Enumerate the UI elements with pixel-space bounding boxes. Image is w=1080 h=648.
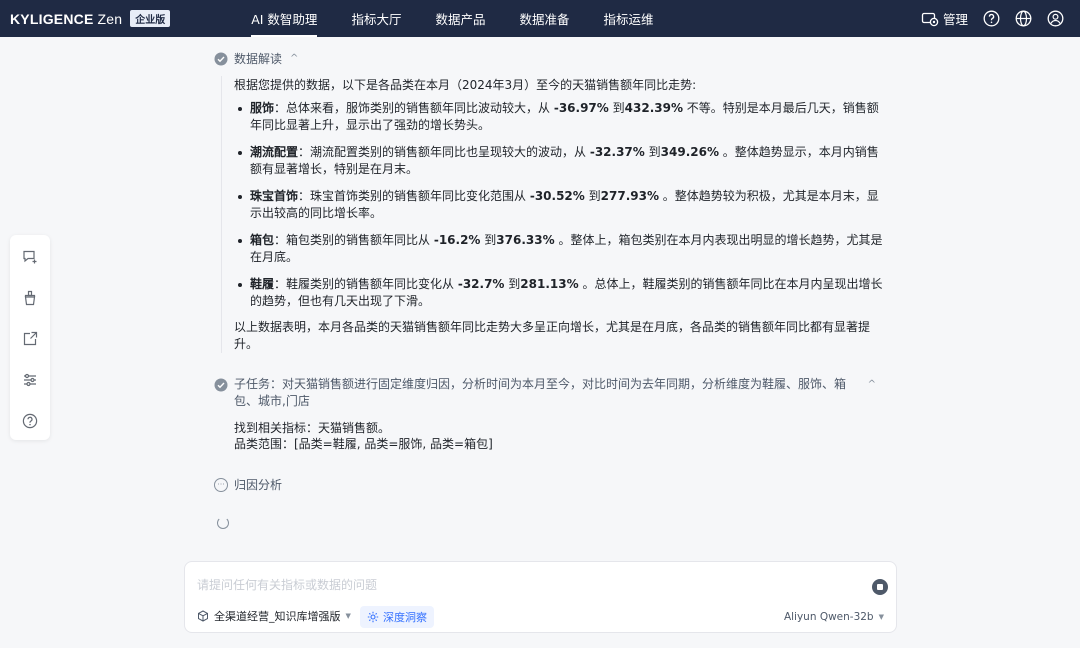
- category-name: 箱包: [250, 233, 275, 247]
- list-item: 箱包：箱包类别的销售额年同比从 -16.2% 到376.33% 。整体上，箱包类…: [234, 232, 884, 266]
- category-name: 珠宝首饰: [250, 189, 299, 203]
- analysis-summary: 以上数据表明，本月各品类的天猫销售额年同比走势大多呈正向增长，尤其是在月底，各品…: [234, 320, 871, 351]
- analysis-section-title: 数据解读: [234, 52, 283, 66]
- check-circle-icon: [214, 52, 228, 65]
- cube-icon: [198, 610, 208, 622]
- user-avatar-icon[interactable]: [1046, 10, 1064, 28]
- category-name: 鞋履: [250, 277, 275, 291]
- nav-data-prep[interactable]: 数据准备: [502, 0, 586, 37]
- question-input[interactable]: [197, 578, 837, 592]
- model-label: Aliyun Qwen-32b: [783, 611, 874, 623]
- globe-icon[interactable]: [1014, 10, 1032, 28]
- list-item: 服饰：总体来看，服饰类别的销售额年同比波动较大，从 -36.97% 到432.3…: [234, 100, 884, 134]
- new-chat-icon[interactable]: [20, 247, 40, 267]
- collapse-caret-icon[interactable]: ^: [868, 376, 876, 393]
- nav-metric-ops[interactable]: 指标运维: [586, 0, 670, 37]
- manage-label: 管理: [942, 12, 968, 27]
- category-name: 服饰: [250, 101, 275, 115]
- stop-icon: [877, 584, 883, 590]
- edition-badge: 企业版: [130, 10, 171, 27]
- main-nav: AI 数智助理 指标大厅 数据产品 数据准备 指标运维: [234, 0, 670, 37]
- category-name: 潮流配置: [250, 145, 299, 159]
- logo-text: KYLIGENCE: [10, 10, 94, 27]
- analysis-body: 根据您提供的数据，以下是各品类在本月（2024年3月）至今的天猫销售额年同比走势…: [221, 76, 884, 353]
- list-item: 珠宝首饰：珠宝首饰类别的销售额年同比变化范围从 -30.52% 到277.93%…: [234, 188, 884, 222]
- logo-suffix: Zen: [97, 10, 123, 27]
- nav-metric-hall[interactable]: 指标大厅: [334, 0, 418, 37]
- manage-button[interactable]: 管理: [921, 9, 968, 28]
- model-select[interactable]: Aliyun Qwen-32b ▼: [784, 611, 884, 623]
- attribution-section-header[interactable]: ··· 归因分析: [214, 476, 884, 493]
- knowledge-base-select[interactable]: 全渠道经营_知识库增强版 ▼: [197, 608, 351, 624]
- app-logo[interactable]: KYLIGENCE Zen: [10, 11, 122, 27]
- knowledge-base-label: 全渠道经营_知识库增强版: [214, 610, 341, 623]
- dropdown-caret-icon: ▼: [345, 612, 351, 620]
- nav-ai-assistant[interactable]: AI 数智助理: [234, 0, 334, 37]
- settings-sliders-icon[interactable]: [20, 370, 40, 390]
- subtask-header[interactable]: 子任务：对天猫销售额进行固定维度归因，分析时间为本月至今，对比时间为去年同期，分…: [214, 376, 884, 410]
- collapse-caret-icon[interactable]: ^: [290, 53, 298, 64]
- left-toolbar: [10, 235, 50, 440]
- top-navbar: KYLIGENCE Zen 企业版 AI 数智助理 指标大厅 数据产品 数据准备 …: [0, 0, 1080, 37]
- nav-data-products[interactable]: 数据产品: [418, 0, 502, 37]
- subtask-body: 找到相关指标：天猫销售额。 品类范围：[品类=鞋履, 品类=服饰, 品类=箱包]: [234, 420, 884, 452]
- list-item: 潮流配置：潮流配置类别的销售额年同比也呈现较大的波动，从 -32.37% 到34…: [234, 144, 884, 178]
- subtask-description: 子任务：对天猫销售额进行固定维度归因，分析时间为本月至今，对比时间为去年同期，分…: [234, 377, 847, 408]
- found-metric-line: 找到相关指标：天猫销售额。: [234, 421, 391, 435]
- help-icon[interactable]: [982, 10, 1000, 28]
- in-progress-icon: ···: [214, 477, 228, 492]
- export-icon[interactable]: [20, 329, 40, 349]
- insight-gear-icon: [367, 611, 379, 623]
- deep-insight-label: 深度洞察: [383, 611, 427, 624]
- loading-spinner-icon: [217, 517, 229, 529]
- dropdown-caret-icon: ▼: [878, 613, 884, 621]
- chat-content: 数据解读 ^ 根据您提供的数据，以下是各品类在本月（2024年3月）至今的天猫销…: [214, 50, 884, 529]
- clean-icon[interactable]: [20, 288, 40, 308]
- deep-insight-toggle[interactable]: 深度洞察: [360, 606, 434, 628]
- chat-input-panel: 全渠道经营_知识库增强版 ▼ 深度洞察 Aliyun Qwen-32b ▼: [184, 561, 897, 633]
- attribution-title: 归因分析: [234, 478, 283, 492]
- top-right-tools: 管理: [921, 0, 1064, 37]
- category-trend-list: 服饰：总体来看，服饰类别的销售额年同比波动较大，从 -36.97% 到432.3…: [234, 100, 884, 310]
- check-circle-icon: [214, 378, 228, 392]
- sidebar-help-icon[interactable]: [20, 411, 40, 431]
- manage-gear-icon: [921, 12, 939, 26]
- analysis-intro: 根据您提供的数据，以下是各品类在本月（2024年3月）至今的天猫销售额年同比走势…: [234, 78, 697, 92]
- category-scope-line: 品类范围：[品类=鞋履, 品类=服饰, 品类=箱包]: [234, 437, 493, 451]
- list-item: 鞋履：鞋履类别的销售额年同比变化从 -32.7% 到281.13% 。总体上，鞋…: [234, 276, 884, 310]
- stop-generation-button[interactable]: [872, 579, 888, 595]
- analysis-section-header[interactable]: 数据解读 ^: [214, 50, 884, 67]
